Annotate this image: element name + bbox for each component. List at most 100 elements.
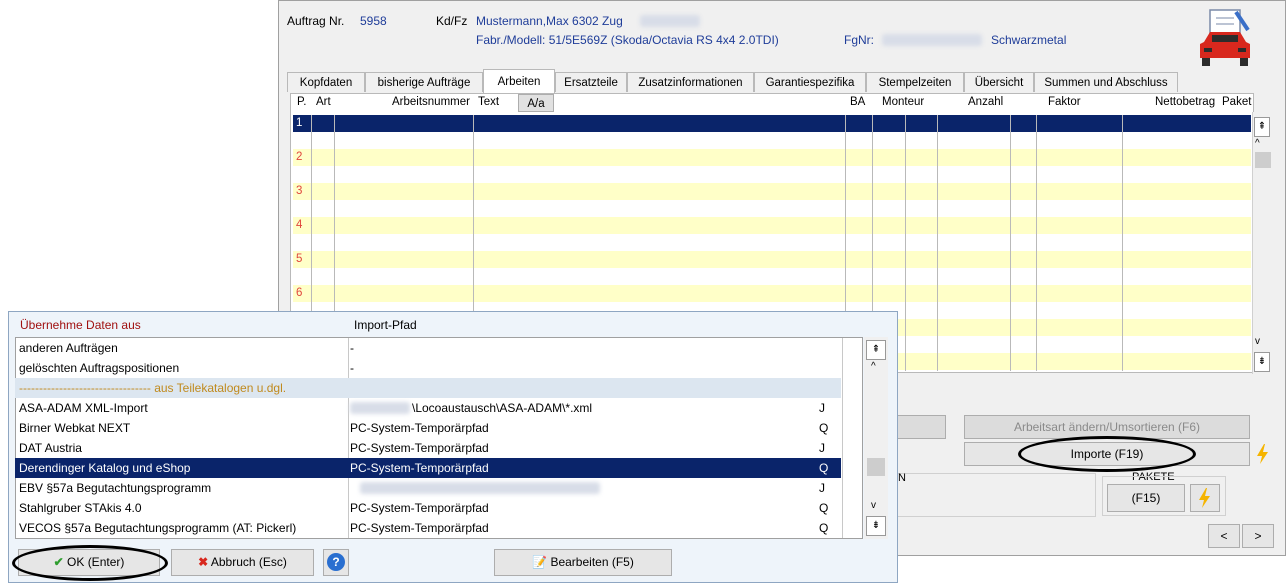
source-path: PC-System-Temporärpfad [350,501,489,515]
column-separator [842,338,843,538]
table-row[interactable] [293,149,1251,166]
grid-line [905,115,906,371]
table-row[interactable] [293,200,1251,217]
col-header-art: Art [316,96,331,108]
order-label: Auftrag Nr. [287,14,345,28]
aa-toggle-button[interactable]: A/a [518,94,554,112]
table-row[interactable] [293,285,1251,302]
list-item[interactable]: ASA-ADAM XML-Import \Locoaustausch\ASA-A… [15,398,841,418]
scroll-thumb[interactable] [867,458,885,476]
source-name: Derendinger Katalog und eShop [19,461,191,475]
source-name: ASA-ADAM XML-Import [19,401,148,415]
grid-line [937,115,938,371]
tab-arbeiten[interactable]: Arbeiten [483,69,555,93]
grid-line [1010,115,1011,371]
table-row[interactable] [293,166,1251,183]
col-header-nettobetrag: Nettobetrag [1155,96,1216,108]
tab-ersatzteile[interactable]: Ersatzteile [555,72,627,92]
disabled-button [896,415,946,439]
source-path: PC-System-Temporärpfad [350,521,489,535]
row-number: 5 [296,253,303,265]
row-number: 2 [296,151,303,163]
customer-value: Mustermann,Max 6302 Zug [476,14,623,28]
order-number: 5958 [360,14,387,28]
packages-lightning-button[interactable] [1190,484,1220,512]
dialog-scrollbar[interactable] [864,337,888,539]
source-flag: J [819,401,825,415]
tab-bisherige-auftraege[interactable]: bisherige Aufträge [365,72,483,92]
scroll-bottom-icon[interactable]: ⇟ [866,516,886,536]
row-number: 1 [296,117,303,129]
list-item[interactable]: EBV §57a Begutachtungsprogramm J [15,478,841,498]
close-icon: ✖ [198,555,209,569]
table-row[interactable] [293,268,1251,285]
tab-garantiespezifika[interactable]: Garantiespezifika [754,72,866,92]
table-row[interactable] [293,217,1251,234]
lightning-icon[interactable] [1252,442,1274,466]
list-item-selected[interactable]: Derendinger Katalog und eShop PC-System-… [15,458,841,478]
packages-button[interactable]: (F15) [1107,484,1185,512]
col-header-ba: BA [850,96,866,108]
tab-summen-abschluss[interactable]: Summen und Abschluss [1034,72,1178,92]
scroll-thumb[interactable] [1255,152,1271,168]
highlight-ellipse [1018,436,1196,472]
table-row[interactable] [293,183,1251,200]
scroll-bottom-icon[interactable]: ⇟ [1254,352,1270,372]
scroll-top-icon[interactable]: ⇞ [1254,117,1270,137]
cancel-button[interactable]: ✖ Abbruch (Esc) [171,549,314,576]
row-number: 6 [296,287,303,299]
tab-uebersicht[interactable]: Übersicht [964,72,1034,92]
list-item[interactable]: Birner Webkat NEXT PC-System-Temporärpfa… [15,418,841,438]
table-row[interactable] [293,251,1251,268]
table-row[interactable] [293,132,1251,149]
edit-button[interactable]: 📝 Bearbeiten (F5) [494,549,672,576]
list-item[interactable]: VECOS §57a Begutachtungsprogramm (AT: Pi… [15,518,841,538]
list-item[interactable]: anderen Aufträgen - [15,338,841,358]
chevron-up-icon[interactable]: ^ [871,361,876,372]
source-name: gelöschten Auftragspositionen [19,361,180,375]
n-label: N [898,472,906,484]
tab-zusatzinformationen[interactable]: Zusatzinformationen [627,72,754,92]
car-repair-icon [1200,9,1250,66]
row-number: 4 [296,219,303,231]
tab-kopfdaten[interactable]: Kopfdaten [287,72,365,92]
col-header-text: Text [478,96,500,108]
col-header-faktor: Faktor [1048,96,1081,108]
lightning-icon [1199,488,1210,508]
list-item[interactable]: DAT Austria PC-System-Temporärpfad J [15,438,841,458]
table-row[interactable] [293,115,1251,132]
source-path: - [350,341,354,355]
blurred-path [350,402,410,414]
tab-stempelzeiten[interactable]: Stempelzeiten [866,72,964,92]
dialog-col-header-path: Import-Pfad [354,318,417,332]
customer-label: Kd/Fz [436,14,468,28]
source-name: EBV §57a Begutachtungsprogramm [19,481,212,495]
blurred-path [360,482,600,494]
list-item[interactable]: gelöschten Auftragspositionen - [15,358,841,378]
edit-icon: 📝 [532,555,548,569]
edit-button-label: Bearbeiten (F5) [550,555,634,569]
col-header-monteur: Monteur [882,96,925,108]
highlight-ellipse [12,545,168,581]
source-flag: Q [819,501,829,515]
help-button[interactable]: ? [323,549,349,576]
dialog-col-header-source: Übernehme Daten aus [20,318,141,332]
source-flag: Q [819,521,829,535]
help-icon: ? [327,553,345,571]
source-path: PC-System-Temporärpfad [350,441,489,455]
list-item[interactable]: Stahlgruber STAkis 4.0 PC-System-Temporä… [15,498,841,518]
chevron-up-icon[interactable]: ^ [1255,138,1260,149]
source-path: \Locoaustausch\ASA-ADAM\*.xml [412,401,593,415]
source-name: Stahlgruber STAkis 4.0 [19,501,142,515]
chevron-down-icon[interactable]: v [871,500,876,511]
chevron-down-icon[interactable]: v [1255,336,1260,347]
cancel-button-label: Abbruch (Esc) [210,555,287,569]
next-button[interactable]: > [1242,524,1274,548]
source-flag: J [819,441,825,455]
color-value: Schwarzmetal [991,33,1067,47]
prev-button[interactable]: < [1208,524,1240,548]
table-row[interactable] [293,234,1251,251]
scroll-top-icon[interactable]: ⇞ [866,340,886,360]
col-header-arbeitsnummer: Arbeitsnummer [392,96,470,108]
grid-line [1036,115,1037,371]
